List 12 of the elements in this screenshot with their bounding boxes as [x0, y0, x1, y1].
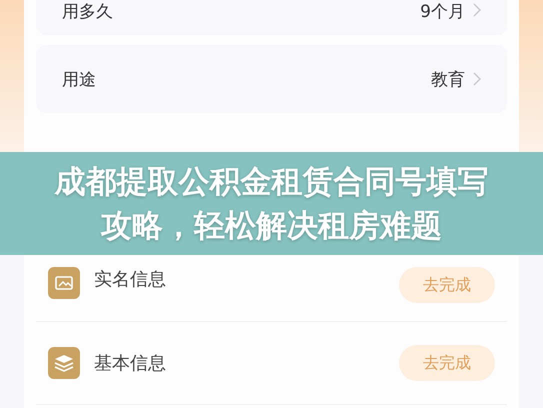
row-label: 用途: [62, 68, 97, 90]
task-label: 基本信息: [94, 352, 167, 375]
chevron-icon: [473, 3, 481, 17]
chevron-icon: [473, 72, 481, 86]
form-row[interactable]: 用途 教育: [36, 45, 507, 113]
form-row[interactable]: 用多久 9个月: [36, 0, 507, 35]
layers-icon: [48, 347, 80, 379]
row-label: 用多久: [62, 1, 114, 23]
task-label: 实名信息: [94, 268, 167, 291]
row-value: 9个月: [420, 1, 465, 23]
row-value: 教育: [431, 68, 465, 90]
banner-title: 成都提取公积金租赁合同号填写攻略，轻松解决租房难题: [53, 162, 490, 246]
